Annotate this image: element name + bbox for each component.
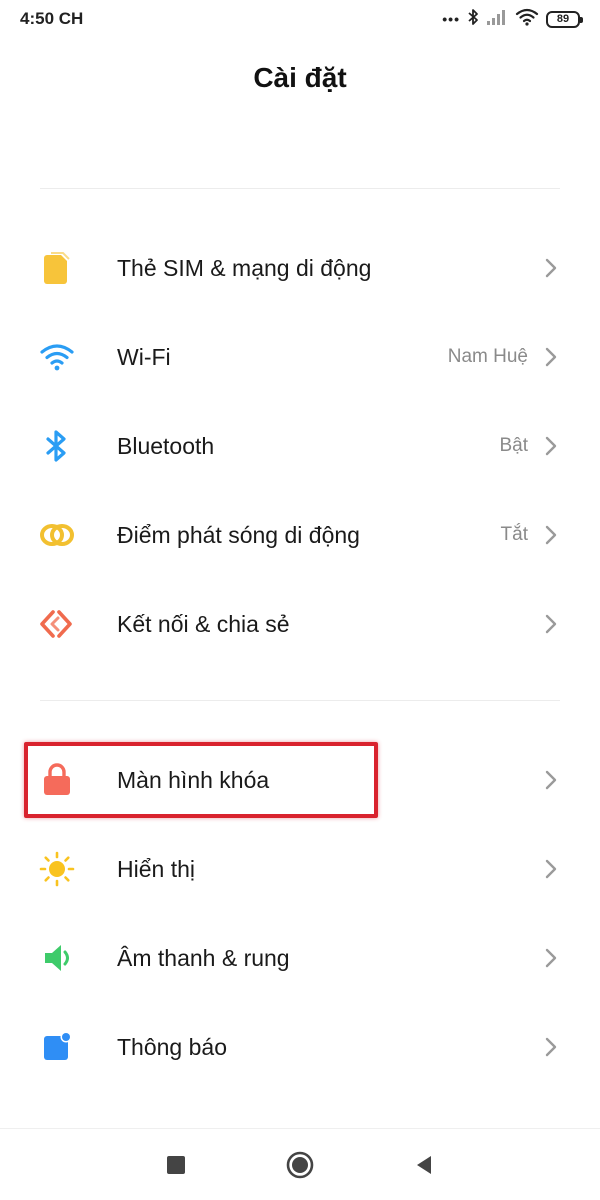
navigation-bar [0, 1128, 600, 1200]
home-icon[interactable] [286, 1151, 314, 1179]
settings-item-label: Wi-Fi [117, 343, 171, 370]
speaker-icon [38, 939, 76, 977]
page-title: Cài đặt [253, 62, 347, 93]
sim-card-icon [38, 249, 76, 287]
settings-item-label: Thông báo [117, 1033, 227, 1060]
wifi-icon [38, 338, 76, 376]
signal-icon [486, 9, 508, 30]
battery-icon: 89 [546, 10, 583, 28]
chevron-right-icon [540, 257, 562, 279]
settings-item-notifications[interactable]: Thông báo [0, 1003, 600, 1091]
settings-item-label: Màn hình khóa [117, 766, 270, 793]
chevron-right-icon [540, 346, 562, 368]
settings-item-label: Bluetooth [117, 432, 215, 459]
hotspot-icon [38, 516, 76, 554]
settings-item-lock-screen[interactable]: Màn hình khóa [0, 736, 600, 824]
chevron-right-icon [540, 947, 562, 969]
connection-share-icon [38, 605, 76, 643]
more-dots-icon: ••• [442, 11, 460, 27]
chevron-right-icon [540, 613, 562, 635]
status-bar: 4:50 CH ••• 89 [0, 0, 600, 38]
settings-item-bluetooth[interactable]: Bluetooth Bật [0, 402, 600, 490]
sun-icon [38, 850, 76, 888]
chevron-right-icon [540, 769, 562, 791]
settings-item-hotspot[interactable]: Điểm phát sóng di động Tắt [0, 491, 600, 579]
divider [40, 188, 560, 189]
chevron-right-icon [540, 435, 562, 457]
divider [40, 700, 560, 701]
settings-item-sim[interactable]: Thẻ SIM & mạng di động [0, 224, 600, 312]
chevron-right-icon [540, 1036, 562, 1058]
settings-item-display[interactable]: Hiển thị [0, 825, 600, 913]
bluetooth-status-icon [467, 8, 479, 31]
settings-item-label: Kết nối & chia sẻ [117, 610, 290, 637]
recent-apps-icon[interactable] [162, 1151, 190, 1179]
chevron-right-icon [540, 524, 562, 546]
status-time: 4:50 CH [20, 9, 84, 28]
settings-screen: 4:50 CH ••• 89 Cài đặt Thẻ SIM & mạng di… [0, 0, 600, 1200]
settings-item-sound[interactable]: Âm thanh & rung [0, 914, 600, 1002]
settings-item-value: Bật [499, 435, 528, 456]
settings-item-label: Điểm phát sóng di động [117, 521, 360, 548]
lock-icon [38, 761, 76, 799]
settings-item-wifi[interactable]: Wi-Fi Nam Huệ [0, 313, 600, 401]
settings-item-label: Thẻ SIM & mạng di động [117, 254, 372, 281]
settings-item-value: Tắt [500, 524, 528, 545]
notification-icon [38, 1028, 76, 1066]
battery-level: 89 [556, 13, 570, 25]
bluetooth-icon [38, 427, 76, 465]
wifi-status-icon [515, 8, 539, 31]
chevron-right-icon [540, 858, 562, 880]
settings-item-connection-share[interactable]: Kết nối & chia sẻ [0, 580, 600, 668]
settings-item-value: Nam Huệ [447, 346, 528, 367]
settings-item-label: Hiển thị [117, 855, 195, 882]
back-icon[interactable] [410, 1151, 438, 1179]
settings-item-label: Âm thanh & rung [117, 944, 290, 971]
status-icons: ••• 89 [442, 8, 583, 31]
